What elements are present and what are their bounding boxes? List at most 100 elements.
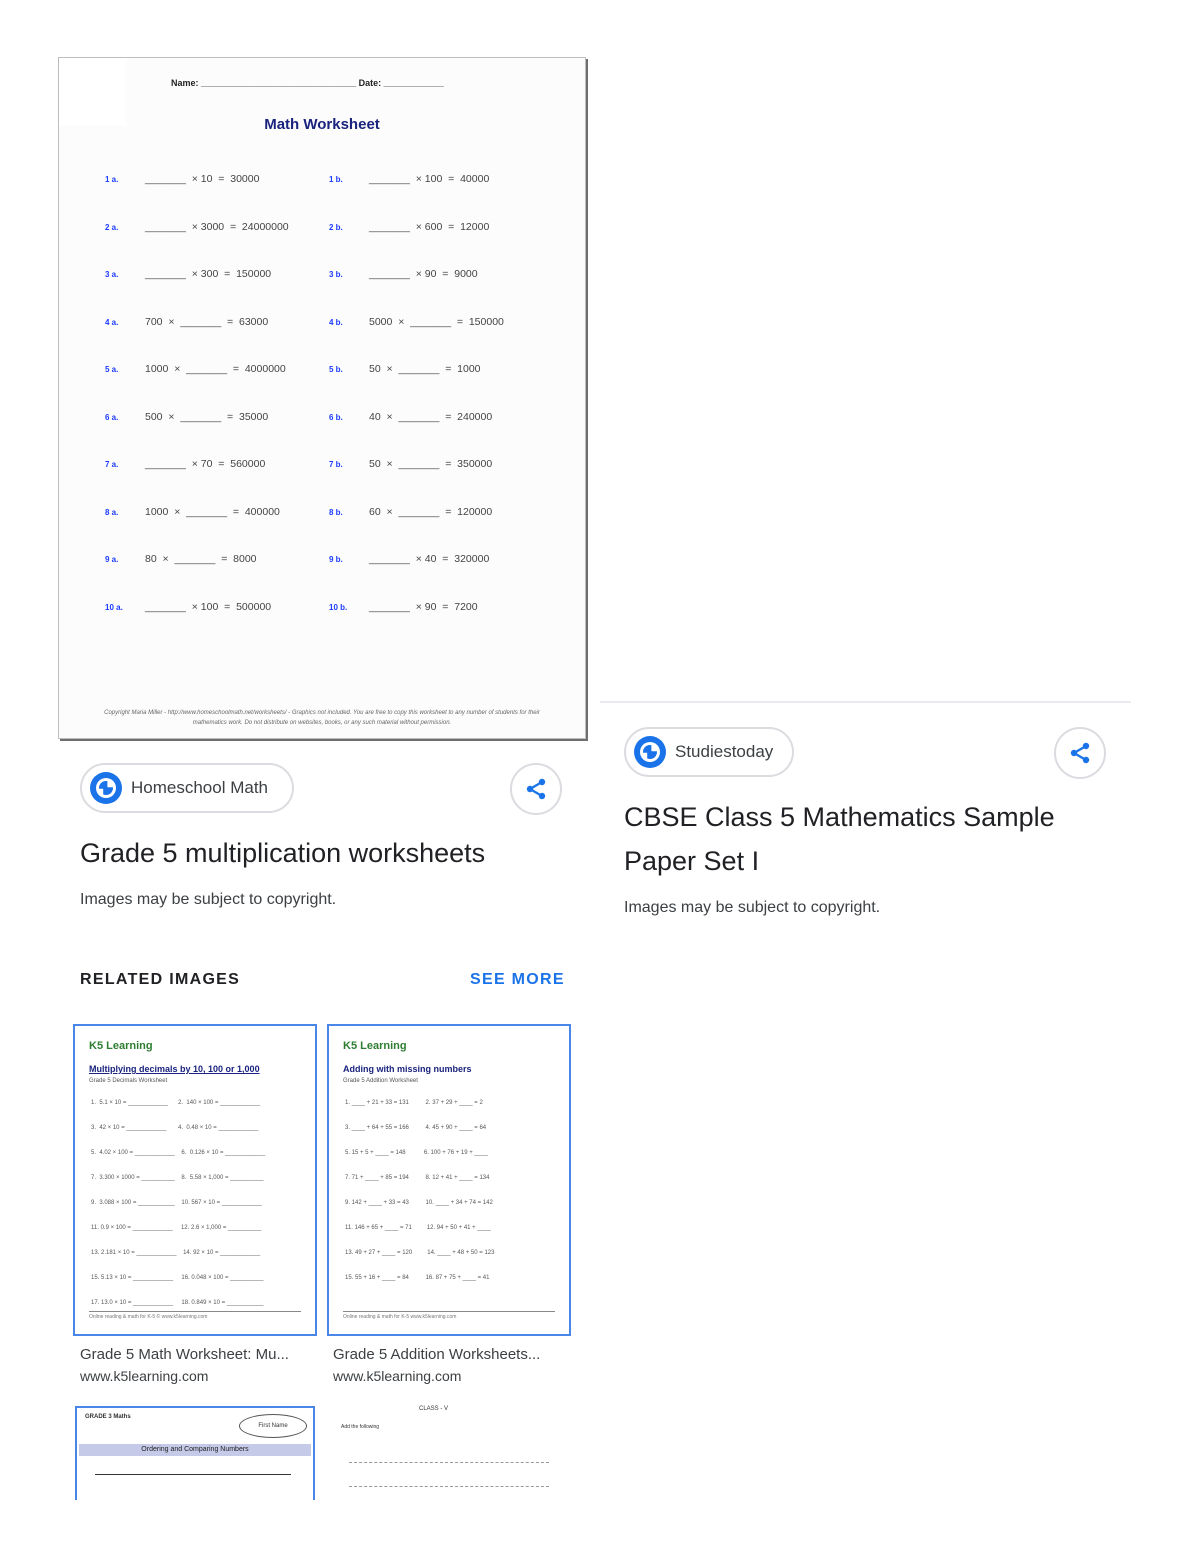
problem-number: 6 b. xyxy=(329,412,343,422)
problem-number: 7 b. xyxy=(329,460,343,469)
worksheet-title: Math Worksheet xyxy=(264,116,380,133)
related-images-heading: RELATED IMAGES xyxy=(80,971,241,988)
problem-text: _______ × 70 = 560000 xyxy=(145,458,266,470)
problem-text: 700 × _______ = 63000 xyxy=(145,315,269,328)
copyright-note-left: Images may be subject to copyright. xyxy=(80,891,337,908)
thumb-row: 9. 142 + ____ + 33 = 43 10. ____ + 34 + … xyxy=(345,1200,493,1206)
problem-5a: 5 a. 1000 × _______ = 4000000 xyxy=(105,363,286,375)
problem-number: 1 a. xyxy=(105,175,119,184)
problem-text: 500 × _______ = 35000 xyxy=(145,410,269,423)
thumb-title: Ordering and Comparing Numbers xyxy=(79,1444,311,1456)
thumb-source-1[interactable]: www.k5learning.com xyxy=(80,1368,208,1384)
problem-text: _______ × 600 = 12000 xyxy=(369,220,490,233)
problem-3b: 3 b. _______ × 90 = 9000 xyxy=(329,268,478,280)
thumb-row: 1. 5.1 × 10 = ____________ 2. 140 × 100 … xyxy=(91,1100,261,1106)
main-image[interactable]: Name: _______________________________ Da… xyxy=(58,57,586,739)
problem-8a: 8 a. 1000 × _______ = 400000 xyxy=(105,506,280,518)
problem-number: 5 b. xyxy=(329,365,343,374)
problem-text: _______ × 40 = 320000 xyxy=(369,553,490,565)
see-more-link[interactable]: SEE MORE xyxy=(470,971,565,989)
problem-10b: 10 b. _______ × 90 = 7200 xyxy=(329,601,478,613)
problem-number: 8 b. xyxy=(329,507,343,517)
problem-number: 5 a. xyxy=(105,365,119,374)
share-button-left[interactable] xyxy=(510,763,562,815)
problem-number: 9 a. xyxy=(105,555,119,564)
thumb-row: 9. 3.088 × 100 = ___________ 10. 567 × 1… xyxy=(91,1200,262,1206)
thumb-row: 3. ____ + 64 + 55 = 166 4. 45 + 90 + ___… xyxy=(345,1125,487,1131)
problem-number: 3 b. xyxy=(329,270,343,279)
share-icon xyxy=(1070,742,1090,764)
thumb-row: 15. 55 + 16 + ____ = 84 16. 87 + 75 + __… xyxy=(345,1275,490,1281)
thumb-row: 1. ____ + 21 + 33 = 131 2. 37 + 29 + ___… xyxy=(345,1100,483,1106)
problem-9b: 9 b. _______ × 40 = 320000 xyxy=(329,553,489,565)
problem-text: 60 × _______ = 120000 xyxy=(369,505,493,518)
source-chip-studiestoday[interactable]: Studiestoday xyxy=(624,727,794,777)
problem-7b: 7 b. 50 × _______ = 350000 xyxy=(329,458,492,470)
result-title-right[interactable]: CBSE Class 5 Mathematics Sample Paper Se… xyxy=(624,795,1055,883)
problem-text: 1000 × _______ = 400000 xyxy=(145,505,280,518)
problem-4b: 4 b. 5000 × _______ = 150000 xyxy=(329,316,504,328)
copyright-note-right: Images may be subject to copyright. xyxy=(624,899,881,916)
thumb-caption-1[interactable]: Grade 5 Math Worksheet: Mu... xyxy=(80,1346,289,1363)
result-title-left[interactable]: Grade 5 multiplication worksheets xyxy=(80,831,485,875)
problem-text: _______ × 90 = 9000 xyxy=(369,268,478,280)
thumb-row: 7. 3.300 × 1000 = __________ 8. 5.58 × 1… xyxy=(91,1175,264,1181)
related-thumbnail-1[interactable]: K5 Learning Multiplying decimals by 10, … xyxy=(73,1024,317,1336)
source-chip-homeschool-math[interactable]: Homeschool Math xyxy=(80,763,294,813)
problem-text: _______ × 300 = 150000 xyxy=(145,268,272,280)
problem-3a: 3 a. _______ × 300 = 150000 xyxy=(105,268,271,280)
thumb-subtitle: Grade 5 Decimals Worksheet xyxy=(89,1078,168,1084)
problem-8b: 8 b. 60 × _______ = 120000 xyxy=(329,506,492,518)
globe-icon xyxy=(90,772,122,804)
problem-7a: 7 a. _______ × 70 = 560000 xyxy=(105,458,265,470)
thumb-row: 17. 13.0 × 10 = ____________ 18. 0.849 ×… xyxy=(91,1300,264,1306)
problem-text: 40 × _______ = 240000 xyxy=(369,410,493,423)
source-label: Homeschool Math xyxy=(131,778,269,797)
related-thumbnail-2[interactable]: K5 Learning Adding with missing numbers … xyxy=(327,1024,571,1336)
problem-6b: 6 b. 40 × _______ = 240000 xyxy=(329,411,492,423)
related-thumbnail-4[interactable]: CLASS - V Add the following xyxy=(329,1404,569,1500)
thumb-row: 7. 71 + ____ + 85 = 194 8. 12 + 41 + ___… xyxy=(345,1175,490,1181)
thumb-title: CLASS - V xyxy=(419,1406,449,1412)
problem-number: 10 b. xyxy=(329,602,348,612)
thumb-row: 15. 5.13 × 10 = ____________ 16. 0.048 ×… xyxy=(91,1275,264,1281)
problem-text: 50 × _______ = 350000 xyxy=(369,458,493,470)
thumb-footer: Online reading & math for K-5 © www.k5le… xyxy=(89,1311,301,1320)
thumb-row: 13. 2.181 × 10 = ____________ 14. 92 × 1… xyxy=(91,1250,261,1256)
problem-text: 5000 × _______ = 150000 xyxy=(369,315,504,328)
sum-block xyxy=(349,1436,549,1463)
thumb-row: 13. 49 + 27 + ____ = 120 14. ____ + 48 +… xyxy=(345,1250,495,1256)
problem-2a: 2 a. _______ × 3000 = 24000000 xyxy=(105,221,289,233)
problem-10a: 10 a. _______ × 100 = 500000 xyxy=(105,601,271,613)
thumb-row: 3. 42 × 10 = ____________ 4. 0.48 × 10 =… xyxy=(91,1125,259,1131)
problem-number: 7 a. xyxy=(105,460,119,469)
problem-text: _______ × 3000 = 24000000 xyxy=(145,220,289,233)
divider xyxy=(600,701,1131,703)
share-button-right[interactable] xyxy=(1054,727,1106,779)
thumb-row: 5. 15 + 5 + ____ = 148 6. 100 + 76 + 19 … xyxy=(345,1150,488,1156)
thumb-title: Adding with missing numbers xyxy=(343,1064,472,1074)
problem-9a: 9 a. 80 × _______ = 8000 xyxy=(105,553,257,565)
problem-text: _______ × 100 = 40000 xyxy=(369,173,490,185)
problem-1b: 1 b. _______ × 100 = 40000 xyxy=(329,173,489,185)
thumb-row: 11. 146 + 65 + ____ = 71 12. 94 + 50 + 4… xyxy=(345,1225,491,1231)
problem-4a: 4 a. 700 × _______ = 63000 xyxy=(105,316,268,328)
problem-number: 10 a. xyxy=(105,602,123,612)
problem-1a: 1 a. _______ × 10 = 30000 xyxy=(105,173,259,185)
k5-logo: K5 Learning xyxy=(89,1040,153,1052)
thumb-title: Multiplying decimals by 10, 100 or 1,000 xyxy=(89,1064,260,1074)
problem-text: _______ × 90 = 7200 xyxy=(369,600,478,613)
problem-text: _______ × 10 = 30000 xyxy=(145,173,260,185)
thumb-subtitle: Grade 5 Addition Worksheet xyxy=(343,1078,418,1084)
source-label: Studiestoday xyxy=(675,742,774,761)
related-thumbnail-3[interactable]: GRADE 3 Maths First Name Ordering and Co… xyxy=(75,1406,315,1500)
problem-text: 50 × _______ = 1000 xyxy=(369,363,481,375)
problem-number: 3 a. xyxy=(105,270,119,279)
thumb-source-2[interactable]: www.k5learning.com xyxy=(333,1368,461,1384)
globe-icon xyxy=(634,736,666,768)
problem-number: 4 b. xyxy=(329,317,343,327)
problem-number: 6 a. xyxy=(105,412,119,422)
thumb-caption-2[interactable]: Grade 5 Addition Worksheets... xyxy=(333,1346,540,1363)
sum-block xyxy=(349,1468,549,1487)
worksheet-footer: Copyright Maria Miller - http://www.home… xyxy=(104,710,540,726)
